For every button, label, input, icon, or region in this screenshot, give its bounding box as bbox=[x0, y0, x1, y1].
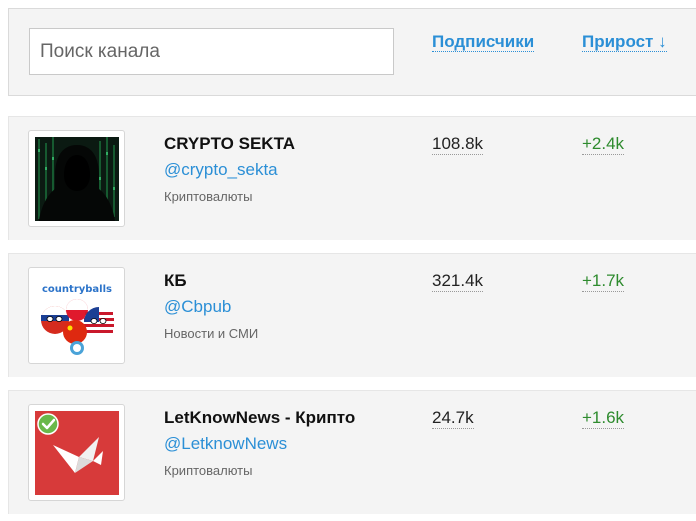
channel-title[interactable]: LetKnowNews - Крипто bbox=[164, 408, 355, 428]
subscribers-count: 108.8k bbox=[432, 134, 484, 155]
channel-row[interactable]: countryballs КБ @Cbpub Новости и СМИ 321… bbox=[8, 253, 696, 377]
channel-avatar[interactable] bbox=[28, 404, 125, 501]
channel-title[interactable]: КБ bbox=[164, 271, 187, 291]
paper-bird-avatar-icon bbox=[35, 411, 119, 495]
channel-handle-link[interactable]: @Cbpub bbox=[164, 297, 231, 317]
sort-by-growth-link[interactable]: Прирост ↓ bbox=[582, 32, 667, 52]
subscribers-count: 321.4k bbox=[432, 271, 484, 292]
sort-growth-label: Прирост bbox=[582, 32, 654, 51]
list-header: Подписчики Прирост ↓ bbox=[8, 8, 696, 96]
search-input[interactable] bbox=[29, 28, 394, 75]
channel-avatar[interactable] bbox=[28, 130, 125, 227]
channel-handle-link[interactable]: @crypto_sekta bbox=[164, 160, 278, 180]
growth-count: +1.7k bbox=[582, 271, 625, 292]
subscribers-count: 24.7k bbox=[432, 408, 474, 429]
hooded-hacker-avatar-icon bbox=[35, 137, 119, 221]
channel-rating-page: Подписчики Прирост ↓ bbox=[0, 0, 696, 521]
sort-down-arrow-icon: ↓ bbox=[658, 32, 667, 51]
countryballs-avatar-icon: countryballs bbox=[35, 274, 119, 358]
growth-count: +1.6k bbox=[582, 408, 625, 429]
channel-category: Криптовалюты bbox=[164, 463, 253, 478]
channel-avatar[interactable]: countryballs bbox=[28, 267, 125, 364]
channel-title[interactable]: CRYPTO SEKTA bbox=[164, 134, 295, 154]
svg-text:countryballs: countryballs bbox=[42, 284, 112, 295]
growth-count: +2.4k bbox=[582, 134, 625, 155]
channel-category: Новости и СМИ bbox=[164, 326, 259, 341]
channel-row[interactable]: CRYPTO SEKTA @crypto_sekta Криптовалюты … bbox=[8, 116, 696, 240]
channel-category: Криптовалюты bbox=[164, 189, 253, 204]
channel-row[interactable]: LetKnowNews - Крипто @LetknowNews Крипто… bbox=[8, 390, 696, 514]
sort-by-subscribers-link[interactable]: Подписчики bbox=[432, 32, 535, 52]
channel-handle-link[interactable]: @LetknowNews bbox=[164, 434, 287, 454]
